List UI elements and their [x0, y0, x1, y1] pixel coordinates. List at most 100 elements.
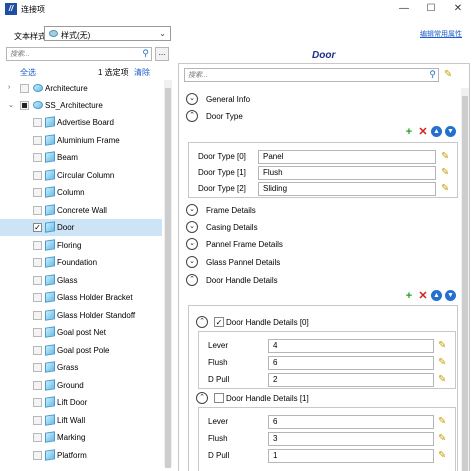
tree-checkbox[interactable] — [33, 398, 42, 407]
collapse-icon[interactable]: ⌄ — [8, 101, 14, 109]
add-icon[interactable]: + — [403, 126, 415, 138]
tree-checkbox[interactable] — [33, 380, 42, 390]
property-value-field[interactable]: 6 — [268, 415, 434, 429]
tree-checkbox[interactable] — [33, 328, 42, 337]
expand-icon[interactable]: › — [8, 84, 10, 91]
tree-checkbox[interactable] — [20, 101, 29, 110]
tree-checkbox[interactable] — [33, 275, 42, 285]
tree-checkbox[interactable] — [33, 293, 42, 302]
tree-checkbox[interactable] — [33, 433, 42, 442]
more-options-button[interactable]: ... — [155, 47, 169, 61]
tree-row[interactable]: Lift Door — [0, 394, 162, 411]
text-style-select[interactable]: 样式(无) ⌄ — [44, 26, 171, 41]
collapse-icon[interactable]: ⌃ — [186, 110, 198, 122]
tree-checkbox[interactable] — [33, 205, 42, 215]
left-scrollbar[interactable] — [164, 80, 172, 468]
tree-checkbox[interactable] — [33, 310, 42, 320]
tree-checkbox[interactable] — [33, 170, 42, 180]
property-value-field[interactable]: Sliding — [258, 182, 436, 196]
search-icon[interactable]: ⚲ — [429, 69, 436, 80]
scroll-thumb[interactable] — [165, 88, 171, 468]
edit-value-icon[interactable]: ✎ — [438, 340, 450, 352]
tree-row[interactable]: Lift Wall — [0, 412, 162, 429]
property-value-field[interactable]: 4 — [268, 339, 434, 353]
edit-value-icon[interactable]: ✎ — [441, 151, 453, 163]
move-down-icon[interactable]: ▼ — [445, 290, 456, 301]
maximize-button[interactable]: ☐ — [424, 2, 438, 16]
tree-row[interactable]: Aluminium Frame — [0, 132, 162, 149]
select-all-link[interactable]: 全选 — [20, 67, 36, 78]
property-value-field[interactable]: Flush — [258, 166, 436, 180]
properties-search-input[interactable] — [185, 69, 425, 81]
move-up-icon[interactable]: ▲ — [431, 290, 442, 301]
tree-checkbox[interactable] — [33, 240, 42, 250]
edit-value-icon[interactable]: ✎ — [438, 433, 450, 445]
edit-value-icon[interactable]: ✎ — [441, 167, 453, 179]
tree-checkbox[interactable] — [33, 153, 42, 162]
property-value-field[interactable]: 3 — [268, 432, 434, 446]
tree-row[interactable]: Grass — [0, 359, 162, 376]
tree-checkbox[interactable] — [33, 258, 42, 267]
expand-icon[interactable]: ⌄ — [186, 93, 198, 105]
subgroup-checkbox[interactable] — [214, 393, 224, 403]
move-down-icon[interactable]: ▼ — [445, 126, 456, 137]
tree-checkbox[interactable] — [33, 118, 42, 127]
tree-row[interactable]: Goal post Pole — [0, 342, 162, 359]
edit-common-properties-link[interactable]: 编辑常用属性 — [420, 29, 462, 39]
tree-row-ss-architecture[interactable]: ⌄ SS_Architecture — [0, 97, 162, 114]
move-up-icon[interactable]: ▲ — [431, 126, 442, 137]
edit-value-icon[interactable]: ✎ — [438, 416, 450, 428]
door-handle-subgroup[interactable]: ⌃ Door Handle Details [1] — [196, 392, 396, 406]
tree-checkbox[interactable]: ✓ — [33, 223, 42, 232]
door-handle-subgroup[interactable]: ⌃ ✓ Door Handle Details [0] — [196, 316, 396, 330]
tree-checkbox[interactable] — [33, 450, 42, 460]
collapse-icon[interactable]: ⌃ — [196, 316, 208, 328]
tree-row[interactable]: Floring — [0, 237, 162, 254]
delete-icon[interactable]: ✕ — [417, 290, 429, 302]
expand-icon[interactable]: ⌄ — [186, 238, 198, 250]
tree-checkbox[interactable] — [33, 415, 42, 425]
property-value-field[interactable]: 2 — [268, 373, 434, 387]
tree-row[interactable]: Foundation — [0, 254, 162, 271]
tree-checkbox[interactable] — [33, 135, 42, 145]
tree-row[interactable]: Goal post Net — [0, 324, 162, 341]
tree-row-architecture[interactable]: › Architecture — [0, 80, 162, 97]
subgroup-checkbox[interactable]: ✓ — [214, 317, 224, 327]
edit-value-icon[interactable]: ✎ — [438, 450, 450, 462]
collapse-icon[interactable]: ⌃ — [186, 274, 198, 286]
tree-row[interactable]: Glass — [0, 272, 162, 289]
property-value-field[interactable]: Panel — [258, 150, 436, 164]
tree-checkbox[interactable] — [33, 345, 42, 355]
search-icon[interactable]: ⚲ — [142, 48, 149, 59]
delete-icon[interactable]: ✕ — [417, 126, 429, 138]
clear-link[interactable]: 清除 — [134, 67, 150, 78]
tree-row[interactable]: Marking — [0, 429, 162, 446]
tree-checkbox[interactable] — [33, 363, 42, 372]
tree-checkbox[interactable] — [20, 84, 29, 93]
tree-row[interactable]: Glass Holder Bracket — [0, 289, 162, 306]
tree-row[interactable]: Glass Holder Standoff — [0, 307, 162, 324]
expand-icon[interactable]: ⌄ — [186, 204, 198, 216]
scroll-thumb[interactable] — [462, 96, 468, 471]
right-scrollbar[interactable] — [461, 88, 469, 471]
tree-row[interactable]: Circular Column — [0, 167, 162, 184]
close-button[interactable]: ✕ — [451, 2, 465, 16]
left-search-input[interactable] — [7, 48, 137, 60]
expand-icon[interactable]: ⌄ — [186, 256, 198, 268]
tree-row[interactable]: Beam — [0, 149, 162, 166]
collapse-icon[interactable]: ⌃ — [196, 392, 208, 404]
tree-row[interactable]: Concrete Wall — [0, 202, 162, 219]
add-icon[interactable]: + — [403, 290, 415, 302]
clear-filter-icon[interactable]: ✎ — [444, 69, 456, 81]
tree-row[interactable]: Column — [0, 184, 162, 201]
minimize-button[interactable]: — — [397, 2, 411, 16]
edit-value-icon[interactable]: ✎ — [438, 357, 450, 369]
edit-value-icon[interactable]: ✎ — [441, 183, 453, 195]
expand-icon[interactable]: ⌄ — [186, 221, 198, 233]
edit-value-icon[interactable]: ✎ — [438, 374, 450, 386]
tree-row[interactable]: Ground — [0, 377, 162, 394]
property-value-field[interactable]: 1 — [268, 449, 434, 463]
tree-row[interactable]: Advertise Board — [0, 114, 162, 131]
property-value-field[interactable]: 6 — [268, 356, 434, 370]
tree-checkbox[interactable] — [33, 188, 42, 197]
